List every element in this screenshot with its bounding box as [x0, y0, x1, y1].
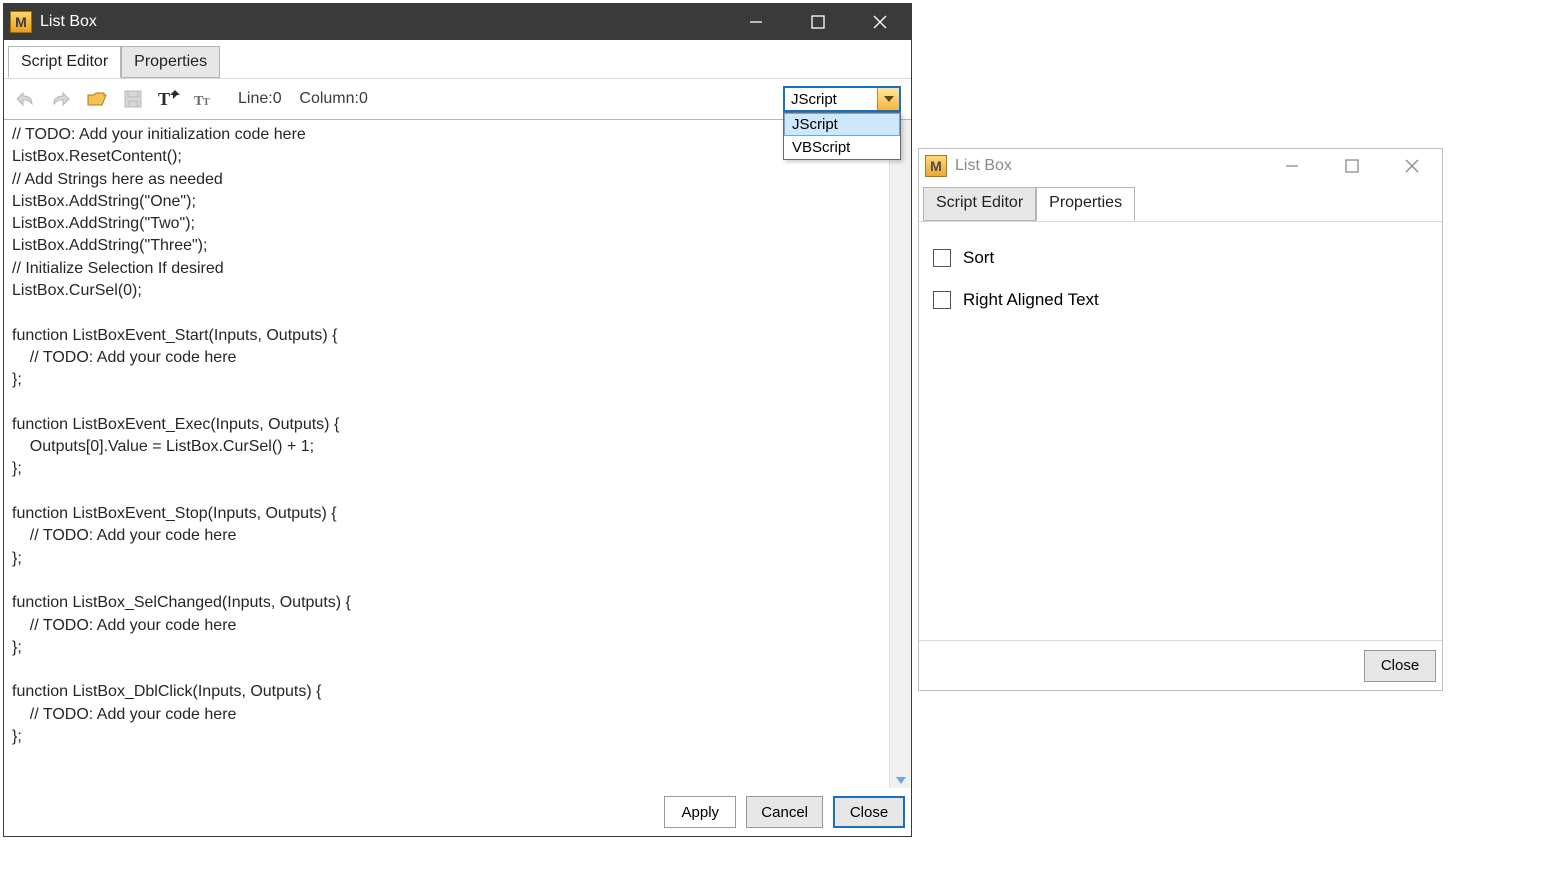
tab-strip: Script Editor Properties [4, 40, 911, 78]
minimize-button[interactable] [1262, 149, 1322, 183]
close-button[interactable]: Close [1364, 650, 1436, 682]
minimize-icon [749, 15, 763, 29]
font-increase-icon: T [158, 89, 180, 109]
properties-panel: Sort Right Aligned Text [919, 222, 1442, 336]
apply-button[interactable]: Apply [664, 796, 736, 828]
font-decrease-button[interactable]: T T [194, 88, 216, 110]
sort-checkbox-row[interactable]: Sort [933, 248, 1428, 268]
column-value: 0 [359, 90, 368, 107]
open-button[interactable] [86, 88, 108, 110]
right-align-label: Right Aligned Text [963, 290, 1099, 310]
tab-script-editor[interactable]: Script Editor [923, 187, 1036, 221]
footer-buttons: Close [919, 640, 1442, 690]
sort-checkbox[interactable] [933, 249, 951, 267]
properties-window: M List Box Script Editor Properties Sort [918, 148, 1443, 691]
vertical-scrollbar[interactable] [889, 120, 911, 788]
line-status: Line:0 Column:0 [238, 90, 368, 108]
close-button[interactable]: Close [833, 796, 905, 828]
close-icon [873, 15, 887, 29]
window-title: List Box [955, 157, 1012, 175]
sort-label: Sort [963, 248, 994, 268]
column-label: Column: [299, 90, 359, 107]
tab-properties[interactable]: Properties [1036, 187, 1135, 221]
language-option-vbscript[interactable]: VBScript [784, 136, 900, 159]
language-selected: JScript [785, 91, 877, 108]
scroll-down-button[interactable] [890, 776, 911, 786]
chevron-down-icon [884, 96, 894, 102]
undo-icon [14, 90, 36, 108]
line-value: 0 [273, 90, 282, 107]
language-dropdown-button[interactable] [877, 88, 899, 110]
tab-properties[interactable]: Properties [121, 46, 220, 78]
titlebar: M List Box [4, 4, 911, 40]
line-label: Line: [238, 90, 273, 107]
app-icon: M [10, 11, 32, 33]
close-icon [1405, 159, 1419, 173]
language-option-jscript[interactable]: JScript [784, 113, 900, 136]
right-align-checkbox-row[interactable]: Right Aligned Text [933, 290, 1428, 310]
script-editor-window: M List Box Script Editor Properties [3, 3, 912, 837]
maximize-button[interactable] [787, 4, 849, 40]
minimize-button[interactable] [725, 4, 787, 40]
font-increase-button[interactable]: T [158, 88, 180, 110]
close-window-button[interactable] [1382, 149, 1442, 183]
tab-script-editor[interactable]: Script Editor [8, 46, 121, 78]
language-dropdown-list: JScript VBScript [783, 112, 901, 160]
maximize-button[interactable] [1322, 149, 1382, 183]
svg-text:T: T [158, 89, 170, 109]
titlebar: M List Box [919, 149, 1442, 183]
toolbar: T T T Line:0 Column:0 JScript JScrip [4, 78, 911, 120]
language-combobox[interactable]: JScript [783, 86, 901, 112]
folder-open-icon [86, 90, 108, 108]
redo-button[interactable] [50, 88, 72, 110]
maximize-icon [811, 15, 825, 29]
svg-text:T: T [203, 97, 210, 108]
window-title: List Box [40, 13, 97, 31]
right-align-checkbox[interactable] [933, 291, 951, 309]
footer-buttons: Apply Cancel Close [4, 788, 911, 836]
save-button[interactable] [122, 88, 144, 110]
app-icon: M [925, 155, 947, 177]
tab-strip: Script Editor Properties [919, 183, 1442, 221]
maximize-icon [1345, 159, 1359, 173]
undo-button[interactable] [14, 88, 36, 110]
minimize-icon [1285, 159, 1299, 173]
code-editor[interactable]: // TODO: Add your initialization code he… [4, 120, 889, 788]
save-icon [123, 89, 143, 109]
font-decrease-icon: T T [194, 89, 216, 109]
close-window-button[interactable] [849, 4, 911, 40]
redo-icon [50, 90, 72, 108]
cancel-button[interactable]: Cancel [746, 796, 823, 828]
chevron-down-icon [895, 776, 907, 786]
